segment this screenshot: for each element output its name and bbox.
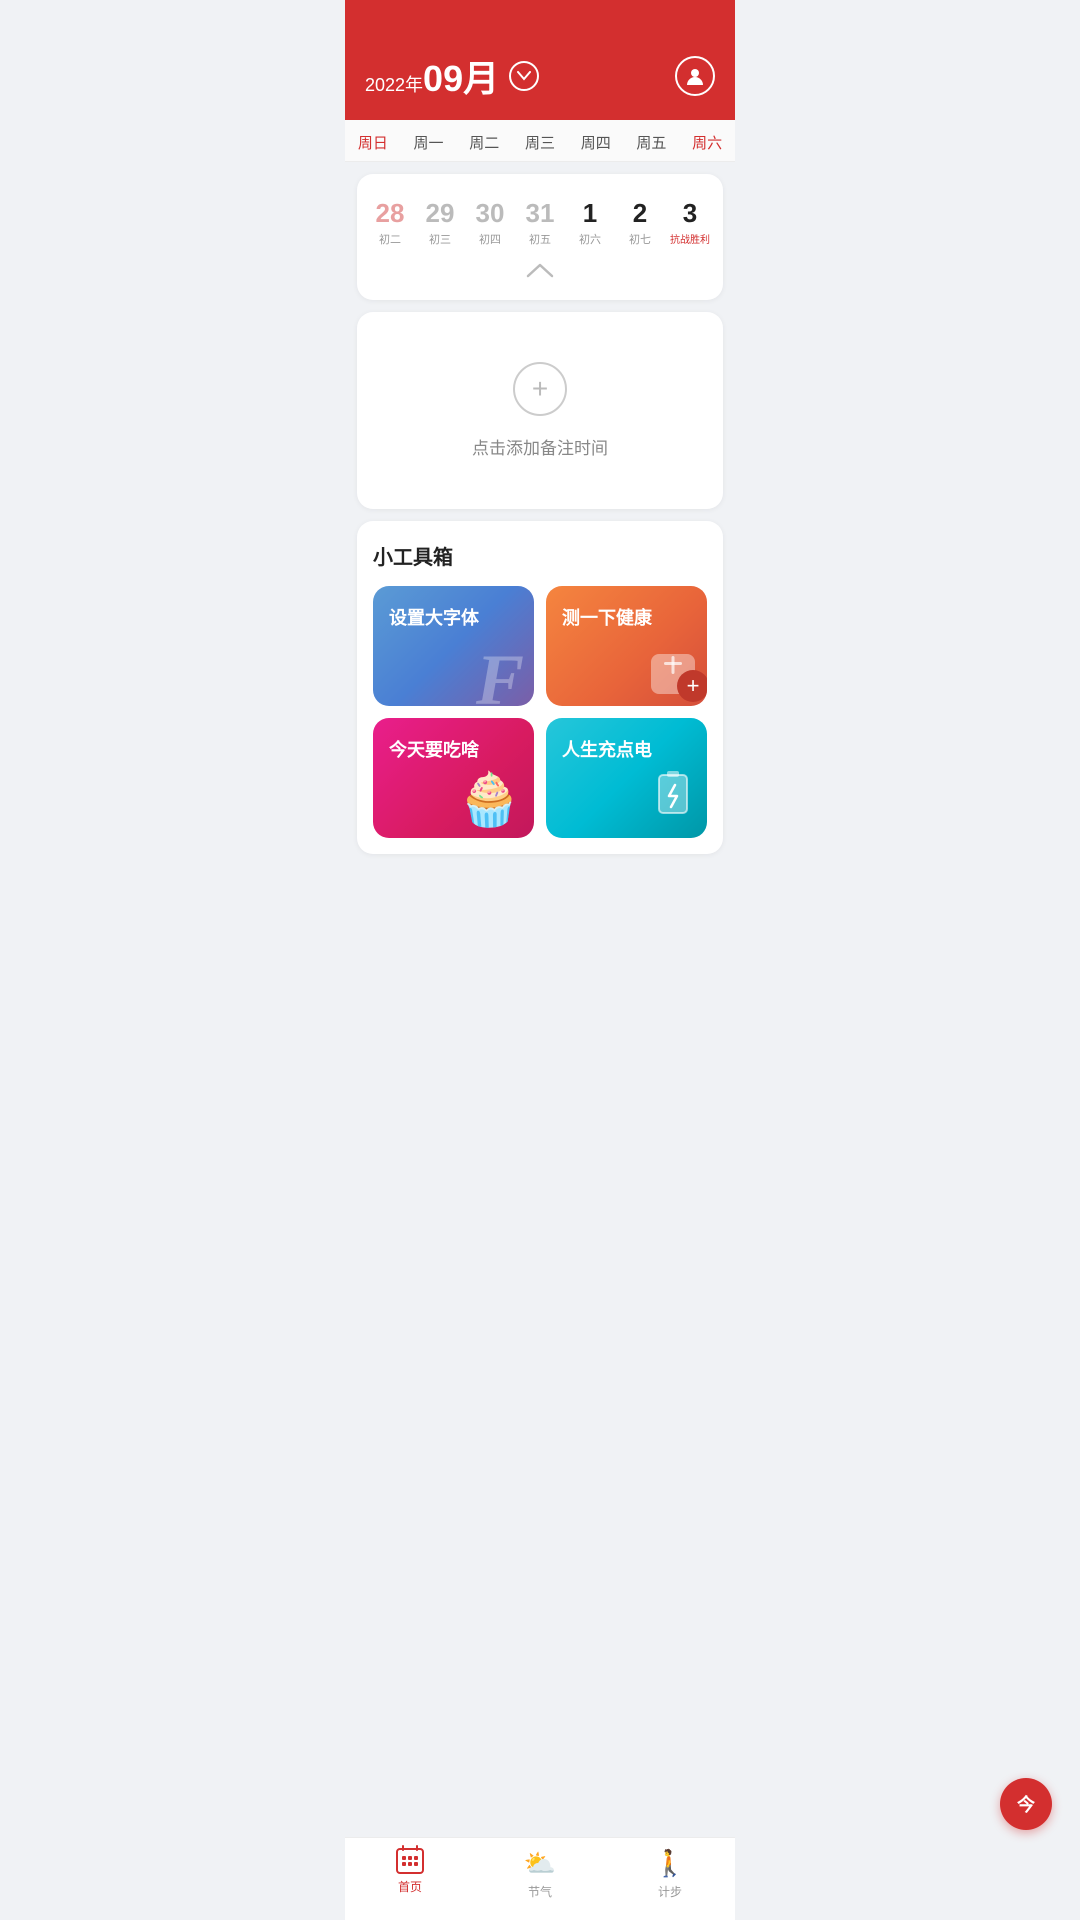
tool-health-card[interactable]: 测一下健康 + [546, 586, 707, 706]
weekday-wed: 周三 [512, 132, 568, 153]
day-lunar: 初五 [517, 231, 563, 247]
bottom-navigation: 首页 ⛅ 节气 🚶 计步 [345, 1837, 735, 1920]
health-bag-icon: + [651, 654, 695, 694]
font-icon: F [476, 644, 524, 706]
header-year-month: 2022年09月 [365, 50, 499, 102]
tool-food-card[interactable]: 今天要吃啥 🧁 [373, 718, 534, 838]
calendar-day-30[interactable]: 30 初四 [465, 192, 515, 253]
day-number: 31 [517, 198, 563, 229]
calendar-day-1[interactable]: 1 初六 [565, 192, 615, 253]
calendar-day-3[interactable]: 3 抗战胜利 [665, 192, 715, 253]
nav-steps-label: 计步 [658, 1883, 682, 1900]
day-lunar: 初三 [417, 231, 463, 247]
day-lunar: 初二 [367, 231, 413, 247]
year-label: 2022年 [365, 75, 423, 95]
nav-solar[interactable]: ⛅ 节气 [475, 1848, 605, 1900]
weekday-tue: 周二 [456, 132, 512, 153]
calendar-day-31[interactable]: 31 初五 [515, 192, 565, 253]
weekday-fri: 周五 [624, 132, 680, 153]
calendar-day-28[interactable]: 28 初二 [365, 192, 415, 253]
day-number: 30 [467, 198, 513, 229]
day-number: 28 [367, 198, 413, 229]
toolbox-grid: 设置大字体 F 测一下健康 + 今天要吃啥 🧁 人生充点电 [373, 586, 707, 838]
avatar-button[interactable] [675, 56, 715, 96]
add-note-label: 点击添加备注时间 [472, 434, 608, 459]
calendar-day-29[interactable]: 29 初三 [415, 192, 465, 253]
tool-font-card[interactable]: 设置大字体 F [373, 586, 534, 706]
day-lunar: 初四 [467, 231, 513, 247]
day-number: 3 [667, 198, 713, 229]
nav-home-label: 首页 [398, 1878, 422, 1895]
weekday-thu: 周四 [568, 132, 624, 153]
food-icon: 🧁 [457, 769, 522, 830]
day-number: 2 [617, 198, 663, 229]
header-date: 2022年09月 [365, 50, 539, 102]
day-number: 1 [567, 198, 613, 229]
day-number: 29 [417, 198, 463, 229]
calendar-week-row: 28 初二 29 初三 30 初四 31 初五 1 初六 2 初七 3 抗战胜利 [365, 192, 715, 253]
tool-food-label: 今天要吃啥 [389, 736, 479, 762]
weekday-headers: 周日 周一 周二 周三 周四 周五 周六 [345, 120, 735, 162]
battery-icon [651, 769, 695, 830]
steps-icon: 🚶 [654, 1848, 686, 1879]
tool-health-label: 测一下健康 [562, 604, 652, 630]
day-holiday: 抗战胜利 [667, 231, 713, 246]
nav-home[interactable]: 首页 [345, 1848, 475, 1900]
month-dropdown-button[interactable] [509, 61, 539, 91]
toolbox-section: 小工具箱 设置大字体 F 测一下健康 + 今天要吃啥 🧁 人生充点电 [357, 521, 723, 854]
add-icon: + [513, 362, 567, 416]
calendar-card: 28 初二 29 初三 30 初四 31 初五 1 初六 2 初七 3 抗战胜利 [357, 174, 723, 300]
calendar-collapse-button[interactable] [365, 253, 715, 288]
plus-circle-icon: + [677, 670, 707, 702]
tool-life-label: 人生充点电 [562, 736, 652, 762]
tool-font-label: 设置大字体 [389, 604, 479, 630]
weekday-mon: 周一 [401, 132, 457, 153]
solar-icon: ⛅ [524, 1848, 556, 1879]
health-icon: + [651, 654, 695, 694]
toolbox-title: 小工具箱 [373, 541, 707, 570]
today-badge-button[interactable]: 今 [1000, 1778, 1052, 1830]
nav-solar-label: 节气 [528, 1883, 552, 1900]
weekday-sat: 周六 [679, 132, 735, 153]
home-icon [396, 1848, 424, 1874]
day-lunar: 初七 [617, 231, 663, 247]
month-label: 09月 [423, 58, 499, 99]
nav-steps[interactable]: 🚶 计步 [605, 1848, 735, 1900]
add-note-card[interactable]: + 点击添加备注时间 [357, 312, 723, 509]
app-header: 2022年09月 [345, 0, 735, 120]
calendar-day-2[interactable]: 2 初七 [615, 192, 665, 253]
tool-life-card[interactable]: 人生充点电 [546, 718, 707, 838]
weekday-sun: 周日 [345, 132, 401, 153]
day-lunar: 初六 [567, 231, 613, 247]
